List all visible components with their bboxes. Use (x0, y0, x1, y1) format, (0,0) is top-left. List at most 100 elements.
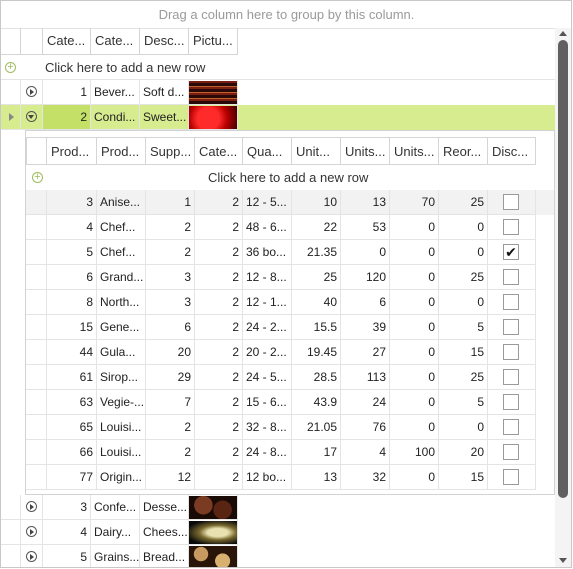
expand-row-icon[interactable] (26, 526, 37, 537)
master-row[interactable]: 1 Bever... Soft d... (1, 80, 555, 105)
cell-unit-price[interactable]: 21.05 (292, 415, 341, 440)
discontinued-checkbox[interactable] (503, 294, 519, 310)
cell-description[interactable]: Desse... (140, 495, 189, 520)
cell-supplier-id[interactable]: 2 (146, 415, 195, 440)
cell-category-name[interactable]: Dairy... (91, 520, 140, 545)
group-panel[interactable]: Drag a column here to group by this colu… (1, 1, 571, 29)
cell-supplier-id[interactable]: 29 (146, 365, 195, 390)
cell-units-on-order[interactable]: 0 (390, 240, 439, 265)
cell-quantity-per-unit[interactable]: 24 - 5... (243, 365, 292, 390)
cell-quantity-per-unit[interactable]: 32 - 8... (243, 415, 292, 440)
cell-product-name[interactable]: Vegie-... (97, 390, 146, 415)
cell-units-in-stock[interactable]: 39 (341, 315, 390, 340)
cell-category-id[interactable]: 2 (195, 340, 243, 365)
cell-discontinued[interactable] (488, 215, 536, 240)
cell-discontinued[interactable] (488, 315, 536, 340)
child-row[interactable]: 5 Chef... 2 2 36 bo... 21.35 0 0 0 ✔ (26, 240, 554, 265)
cell-product-name[interactable]: Chef... (97, 215, 146, 240)
column-header-reorder-level[interactable]: Reor... (439, 137, 488, 165)
master-row[interactable]: 3 Confe... Desse... (1, 495, 555, 520)
cell-product-id[interactable]: 65 (47, 415, 97, 440)
cell-category-id[interactable]: 2 (195, 240, 243, 265)
cell-product-name[interactable]: Louisi... (97, 415, 146, 440)
cell-product-name[interactable]: North... (97, 290, 146, 315)
cell-unit-price[interactable]: 40 (292, 290, 341, 315)
scrollbar-thumb[interactable] (558, 40, 568, 498)
discontinued-checkbox[interactable] (503, 269, 519, 285)
column-header-units-in-stock[interactable]: Units... (341, 137, 390, 165)
cell-discontinued[interactable] (488, 265, 536, 290)
vertical-scrollbar[interactable] (555, 28, 571, 567)
cell-category-name[interactable]: Condi... (91, 105, 140, 130)
cell-reorder-level[interactable]: 15 (439, 340, 488, 365)
expand-row-icon[interactable] (26, 551, 37, 562)
cell-quantity-per-unit[interactable]: 20 - 2... (243, 340, 292, 365)
cell-supplier-id[interactable]: 3 (146, 290, 195, 315)
child-row[interactable]: 4 Chef... 2 2 48 - 6... 22 53 0 0 (26, 215, 554, 240)
cell-category-id[interactable]: 2 (195, 365, 243, 390)
column-header-category-name[interactable]: Cate... (91, 28, 140, 55)
cell-reorder-level[interactable]: 0 (439, 240, 488, 265)
cell-units-on-order[interactable]: 0 (390, 365, 439, 390)
cell-discontinued[interactable] (488, 415, 536, 440)
cell-unit-price[interactable]: 25 (292, 265, 341, 290)
cell-unit-price[interactable]: 17 (292, 440, 341, 465)
cell-units-in-stock[interactable]: 0 (341, 240, 390, 265)
column-header-discontinued[interactable]: Disc... (488, 137, 536, 165)
cell-quantity-per-unit[interactable]: 12 bo... (243, 465, 292, 490)
discontinued-checkbox[interactable] (503, 219, 519, 235)
cell-discontinued[interactable] (488, 190, 536, 215)
cell-description[interactable]: Sweet... (140, 105, 189, 130)
cell-supplier-id[interactable]: 20 (146, 340, 195, 365)
cell-discontinued[interactable] (488, 290, 536, 315)
cell-units-on-order[interactable]: 0 (390, 340, 439, 365)
cell-discontinued[interactable] (488, 365, 536, 390)
cell-quantity-per-unit[interactable]: 36 bo... (243, 240, 292, 265)
child-row[interactable]: 65 Louisi... 2 2 32 - 8... 21.05 76 0 0 (26, 415, 554, 440)
cell-picture[interactable] (189, 105, 238, 130)
cell-product-id[interactable]: 8 (47, 290, 97, 315)
cell-unit-price[interactable]: 13 (292, 465, 341, 490)
cell-units-in-stock[interactable]: 13 (341, 190, 390, 215)
cell-picture[interactable] (189, 495, 238, 520)
cell-discontinued[interactable] (488, 440, 536, 465)
column-header-quantity-per-unit[interactable]: Qua... (243, 137, 292, 165)
expander-cell[interactable] (21, 545, 43, 567)
discontinued-checkbox[interactable] (503, 194, 519, 210)
expand-row-icon[interactable] (26, 501, 37, 512)
cell-category-id[interactable]: 2 (195, 415, 243, 440)
cell-unit-price[interactable]: 21.35 (292, 240, 341, 265)
cell-units-in-stock[interactable]: 120 (341, 265, 390, 290)
cell-unit-price[interactable]: 19.45 (292, 340, 341, 365)
cell-category-id[interactable]: 2 (195, 315, 243, 340)
child-row[interactable]: 66 Louisi... 2 2 24 - 8... 17 4 100 20 (26, 440, 554, 465)
cell-reorder-level[interactable]: 15 (439, 465, 488, 490)
cell-units-in-stock[interactable]: 4 (341, 440, 390, 465)
cell-product-id[interactable]: 63 (47, 390, 97, 415)
column-header-supplier-id[interactable]: Supp... (146, 137, 195, 165)
cell-supplier-id[interactable]: 2 (146, 215, 195, 240)
cell-product-name[interactable]: Anise... (97, 190, 146, 215)
cell-quantity-per-unit[interactable]: 12 - 8... (243, 265, 292, 290)
cell-product-name[interactable]: Origin... (97, 465, 146, 490)
cell-units-in-stock[interactable]: 76 (341, 415, 390, 440)
cell-picture[interactable] (189, 80, 238, 105)
cell-supplier-id[interactable]: 6 (146, 315, 195, 340)
cell-category-id[interactable]: 2 (195, 465, 243, 490)
column-header-product-id[interactable]: Prod... (47, 137, 97, 165)
cell-discontinued[interactable] (488, 340, 536, 365)
cell-supplier-id[interactable]: 3 (146, 265, 195, 290)
cell-units-in-stock[interactable]: 53 (341, 215, 390, 240)
cell-discontinued[interactable] (488, 390, 536, 415)
cell-units-in-stock[interactable]: 113 (341, 365, 390, 390)
cell-product-id[interactable]: 4 (47, 215, 97, 240)
cell-units-on-order[interactable]: 0 (390, 415, 439, 440)
expander-cell[interactable] (21, 80, 43, 105)
cell-picture[interactable] (189, 545, 238, 567)
cell-units-on-order[interactable]: 100 (390, 440, 439, 465)
cell-product-id[interactable]: 61 (47, 365, 97, 390)
cell-reorder-level[interactable]: 5 (439, 315, 488, 340)
cell-product-name[interactable]: Grand... (97, 265, 146, 290)
cell-units-in-stock[interactable]: 32 (341, 465, 390, 490)
cell-product-id[interactable]: 3 (47, 190, 97, 215)
